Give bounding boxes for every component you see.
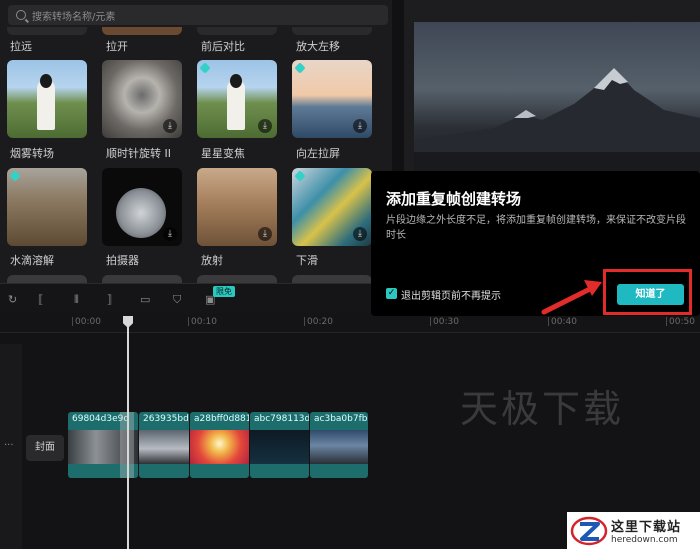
- ruler-tick: 00:10: [188, 317, 217, 327]
- split-icon[interactable]: ⦀: [74, 293, 79, 307]
- download-icon[interactable]: ⤓: [163, 119, 177, 133]
- logo-cn: 这里下载站: [611, 520, 682, 535]
- premium-icon: [294, 170, 306, 182]
- transition-label: 向左拉屏: [296, 147, 340, 160]
- person-hair: [230, 74, 242, 88]
- download-icon[interactable]: ⤓: [353, 119, 367, 133]
- logo-z-icon: [570, 516, 608, 545]
- thumb-partial[interactable]: [292, 275, 372, 283]
- download-icon[interactable]: ⤓: [353, 227, 367, 241]
- premium-icon: [294, 62, 306, 74]
- thumb-partial[interactable]: [102, 27, 182, 35]
- dialog-message: 片段边缘之外长度不足，将添加重复帧创建转场，来保证不改变片段时长: [386, 215, 686, 241]
- download-icon[interactable]: ⤓: [258, 227, 272, 241]
- video-preview: [414, 22, 700, 172]
- transition-thumb-rotate[interactable]: ⤓: [102, 60, 182, 138]
- thumb-partial[interactable]: [197, 275, 277, 283]
- transition-thumb-slide-left[interactable]: ⤓: [292, 60, 372, 138]
- search-icon: [16, 10, 26, 20]
- free-badge: 限免: [213, 286, 235, 297]
- app-window: 搜索转场名称/元素 拉远 拉开 前后对比 放大左移 ⤓ ⤓ ⤓ 烟雾转场 顺时针…: [0, 0, 700, 549]
- site-logo: 这里下载站 heredown.com: [567, 512, 700, 549]
- dialog-title: 添加重复帧创建转场: [386, 190, 522, 208]
- transition-label: 顺时针旋转 II: [106, 147, 171, 160]
- clip-name: 263935bd: [143, 414, 189, 424]
- premium-icon: [9, 170, 21, 182]
- transitions-panel: 搜索转场名称/元素 拉远 拉开 前后对比 放大左移 ⤓ ⤓ ⤓ 烟雾转场 顺时针…: [0, 0, 392, 283]
- clip-thumbnail: [250, 430, 309, 464]
- person-hair: [40, 74, 52, 88]
- delete-icon[interactable]: ▭: [140, 293, 150, 306]
- arrow-icon: [541, 280, 602, 315]
- video-clip[interactable]: 263935bd: [139, 412, 189, 478]
- transition-label: 拉开: [106, 40, 128, 53]
- mountain-image: [414, 68, 700, 172]
- transition-label: 放射: [201, 254, 223, 267]
- transition-thumb-star-zoom[interactable]: ⤓: [197, 60, 277, 138]
- lens-circle: [116, 188, 166, 238]
- search-input[interactable]: 搜索转场名称/元素: [8, 5, 388, 25]
- thumb-partial[interactable]: [7, 275, 87, 283]
- clip-thumbnail: [190, 430, 249, 464]
- download-icon[interactable]: ⤓: [163, 227, 177, 241]
- transition-label: 下滑: [296, 254, 318, 267]
- video-clip[interactable]: abc798113d: [250, 412, 309, 478]
- redo-icon[interactable]: ↻: [8, 293, 17, 306]
- transition-thumb-radial[interactable]: ⤓: [197, 168, 277, 246]
- transition-label: 放大左移: [296, 40, 340, 53]
- premium-icon: [199, 62, 211, 74]
- transition-thumb-smoke[interactable]: [7, 60, 87, 138]
- clip-name: ac3ba0b7fb: [314, 414, 368, 424]
- search-placeholder: 搜索转场名称/元素: [32, 11, 116, 23]
- video-clip[interactable]: ac3ba0b7fb: [310, 412, 368, 478]
- transition-thumb-water-dissolve[interactable]: [7, 168, 87, 246]
- dont-show-label[interactable]: 退出剪辑页前不再提示: [401, 287, 501, 302]
- more-icon[interactable]: ···: [4, 440, 14, 451]
- watermark-text: 天极下载: [460, 387, 625, 431]
- split-left-icon[interactable]: ⟦: [38, 293, 43, 306]
- clip-name: a28bff0d881: [194, 414, 249, 424]
- transition-label: 拍摄器: [106, 254, 139, 267]
- video-clip[interactable]: a28bff0d881: [190, 412, 249, 478]
- dont-show-checkbox[interactable]: ✓: [386, 288, 397, 299]
- transition-label: 烟雾转场: [10, 147, 54, 160]
- highlight-box: [603, 269, 692, 315]
- transition-label: 拉远: [10, 40, 32, 53]
- ruler-tick: 00:30: [430, 317, 459, 327]
- clip-thumbnail: [139, 430, 189, 464]
- transition-label: 前后对比: [201, 40, 245, 53]
- thumb-partial[interactable]: [7, 27, 87, 35]
- transition-label: 水滴溶解: [10, 254, 54, 267]
- logo-text: 这里下载站 heredown.com: [611, 516, 681, 545]
- playhead[interactable]: [127, 316, 129, 549]
- ruler-tick: 00:00: [72, 317, 101, 327]
- clip-thumbnail: [310, 430, 368, 464]
- time-ruler[interactable]: 00:00 00:10 00:20 00:30 00:40 00:50: [0, 313, 700, 333]
- ruler-tick: 00:50: [666, 317, 695, 327]
- shield-icon[interactable]: ⛉: [173, 293, 181, 307]
- ruler-tick: 00:40: [548, 317, 577, 327]
- transition-label: 星星变焦: [201, 147, 245, 160]
- cover-button[interactable]: 封面: [26, 435, 64, 461]
- transition-thumb-camera[interactable]: ⤓: [102, 168, 182, 246]
- download-icon[interactable]: ⤓: [258, 119, 272, 133]
- clip-name: abc798113d: [254, 414, 309, 424]
- split-right-icon[interactable]: ⟧: [107, 293, 112, 306]
- transition-thumb-slide-down[interactable]: ⤓: [292, 168, 372, 246]
- ruler-tick: 00:20: [304, 317, 333, 327]
- thumb-partial[interactable]: [292, 27, 372, 35]
- logo-en: heredown.com: [611, 535, 678, 545]
- thumb-partial[interactable]: [102, 275, 182, 283]
- thumb-partial[interactable]: [197, 27, 277, 35]
